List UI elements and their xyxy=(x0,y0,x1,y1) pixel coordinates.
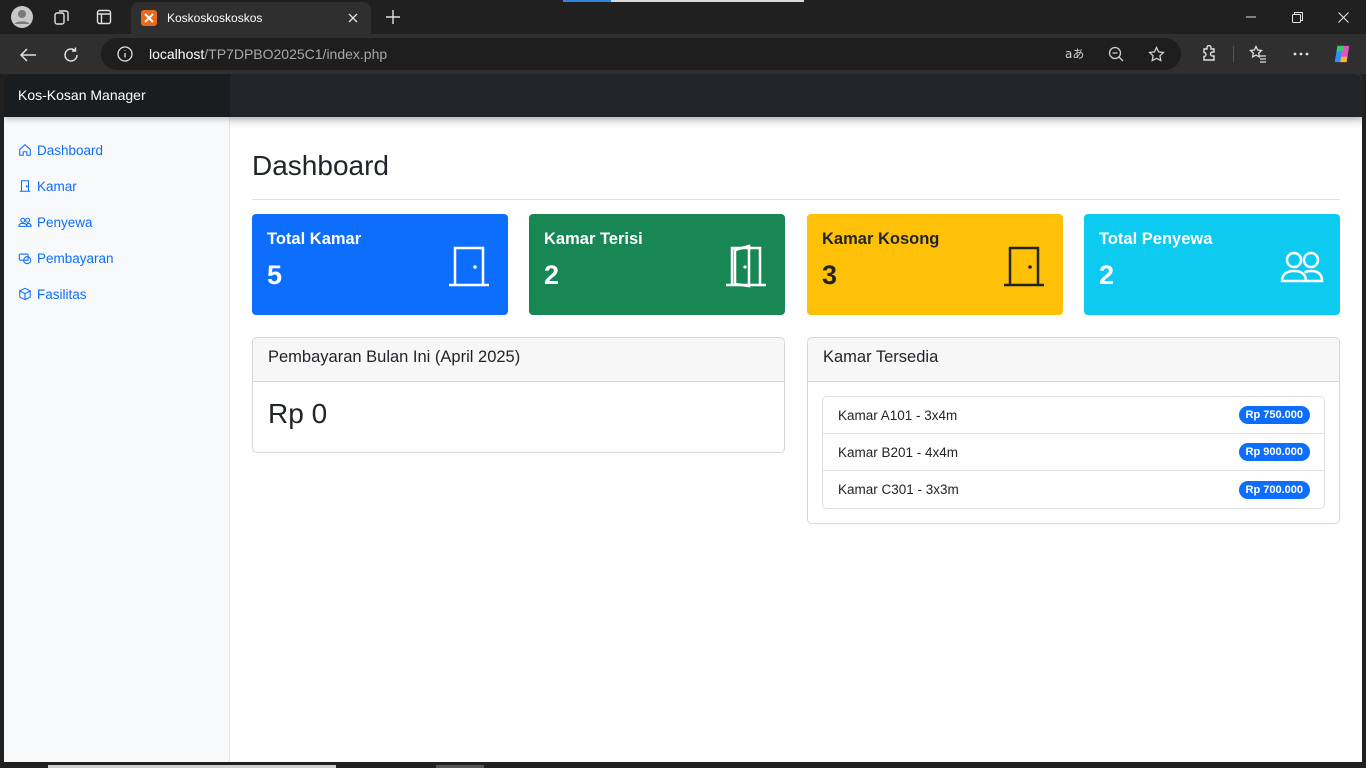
toolbar-separator xyxy=(1233,46,1234,62)
stat-value: 3 xyxy=(822,260,838,290)
price-badge: Rp 700.000 xyxy=(1238,480,1310,499)
url-host: localhost xyxy=(149,46,205,62)
more-options-icon[interactable] xyxy=(1291,44,1311,64)
tab-title: Koskoskoskoskos xyxy=(167,11,263,25)
payment-card: Pembayaran Bulan Ini (April 2025) Rp 0 xyxy=(252,337,785,453)
navbar-brand[interactable]: Kos-Kosan Manager xyxy=(4,74,230,117)
restore-icon[interactable] xyxy=(1274,0,1320,34)
sidebar-item-fasilitas[interactable]: Fasilitas xyxy=(18,283,87,305)
page-title: Dashboard xyxy=(252,150,389,181)
stat-value: 5 xyxy=(267,260,283,290)
favorite-star-icon[interactable] xyxy=(1146,44,1166,64)
sidebar-item-label: Pembayaran xyxy=(37,250,114,266)
stat-value: 2 xyxy=(1099,260,1115,290)
sidebar-item-label: Fasilitas xyxy=(37,286,87,302)
list-item: Kamar A101 - 3x4m Rp 750.000 xyxy=(823,397,1324,434)
tab-accent-bar xyxy=(611,0,804,2)
box-icon xyxy=(19,287,31,301)
top-navbar: Kos-Kosan Manager xyxy=(4,74,1362,117)
sidebar-item-label: Kamar xyxy=(37,178,77,194)
extensions-icon[interactable] xyxy=(1199,44,1219,64)
refresh-icon[interactable] xyxy=(58,42,84,68)
new-tab-icon[interactable] xyxy=(381,5,405,29)
price-badge: Rp 750.000 xyxy=(1238,406,1310,424)
navbar-shadow xyxy=(230,117,1362,129)
room-name: Kamar B201 - 4x4m xyxy=(838,444,959,460)
sidebar-item-pembayaran[interactable]: Pembayaran xyxy=(18,247,114,269)
stat-card-kamar-terisi: Kamar Terisi 2 xyxy=(529,214,785,315)
sidebar-item-label: Penyewa xyxy=(37,214,93,230)
sidebar: Dashboard Kamar Penyewa Pembayaran Fasil… xyxy=(4,117,230,762)
people-icon xyxy=(18,217,32,227)
stat-label: Kamar Terisi xyxy=(544,230,643,248)
read-aloud-icon[interactable]: aあ xyxy=(1065,44,1085,64)
sidebar-item-kamar[interactable]: Kamar xyxy=(18,175,77,197)
stat-value: 2 xyxy=(544,260,560,290)
payment-card-header: Pembayaran Bulan Ini (April 2025) xyxy=(253,338,784,382)
url-text[interactable]: localhost/TP7DPBO2025C1/index.php xyxy=(149,46,387,62)
stat-label: Total Kamar xyxy=(267,230,362,248)
favorites-list-icon[interactable] xyxy=(1248,44,1268,64)
zoom-out-icon[interactable] xyxy=(1106,44,1126,64)
list-item: Kamar C301 - 3x3m Rp 700.000 xyxy=(823,471,1324,508)
door-icon xyxy=(19,180,31,192)
door-open-icon xyxy=(726,244,766,288)
stat-card-total-kamar: Total Kamar 5 xyxy=(252,214,508,315)
door-closed-icon xyxy=(449,246,489,287)
close-window-icon[interactable] xyxy=(1320,0,1366,34)
tab-accent xyxy=(563,0,611,2)
browser-toolbar: localhost/TP7DPBO2025C1/index.php aあ xyxy=(0,34,1366,74)
stat-label: Kamar Kosong xyxy=(822,230,940,248)
stat-label: Total Penyewa xyxy=(1099,230,1213,248)
rooms-list: Kamar A101 - 3x4m Rp 750.000 Kamar B201 … xyxy=(822,396,1325,509)
close-tab-icon[interactable] xyxy=(345,10,361,26)
available-rooms-card: Kamar Tersedia Kamar A101 - 3x4m Rp 750.… xyxy=(807,337,1340,524)
address-bar[interactable]: localhost/TP7DPBO2025C1/index.php aあ xyxy=(101,38,1181,70)
door-closed-icon xyxy=(1004,246,1044,287)
available-rooms-header: Kamar Tersedia xyxy=(808,338,1339,382)
browser-tabbar: Koskoskoskoskos xyxy=(0,0,1366,34)
title-divider xyxy=(252,199,1340,200)
payment-amount: Rp 0 xyxy=(268,398,328,429)
stat-card-kamar-kosong: Kamar Kosong 3 xyxy=(807,214,1063,315)
people-icon xyxy=(1280,251,1324,283)
sidebar-item-penyewa[interactable]: Penyewa xyxy=(18,211,93,233)
tab-actions-icon[interactable] xyxy=(92,5,116,29)
info-icon[interactable] xyxy=(117,46,133,62)
profile-icon[interactable] xyxy=(10,5,34,29)
sidebar-item-label: Dashboard xyxy=(37,142,104,158)
room-name: Kamar C301 - 3x3m xyxy=(838,482,959,497)
svg-text:aあ: aあ xyxy=(1065,47,1084,61)
copilot-icon[interactable] xyxy=(1332,44,1352,64)
room-name: Kamar A101 - 3x4m xyxy=(838,407,958,423)
back-icon[interactable] xyxy=(15,42,41,68)
price-badge: Rp 900.000 xyxy=(1238,443,1310,461)
xampp-favicon-icon xyxy=(141,10,157,26)
page-viewport: Kos-Kosan Manager Dashboard Kamar Penyew… xyxy=(4,74,1362,762)
list-item: Kamar B201 - 4x4m Rp 900.000 xyxy=(823,434,1324,471)
active-tab[interactable]: Koskoskoskoskos xyxy=(131,2,371,34)
sidebar-item-dashboard[interactable]: Dashboard xyxy=(18,139,103,161)
url-path: /TP7DPBO2025C1/index.php xyxy=(204,46,388,62)
workspaces-icon[interactable] xyxy=(50,5,74,29)
stat-card-total-penyewa: Total Penyewa 2 xyxy=(1084,214,1340,315)
minimize-icon[interactable] xyxy=(1228,0,1274,34)
house-icon xyxy=(19,144,31,156)
cash-icon xyxy=(18,253,32,265)
